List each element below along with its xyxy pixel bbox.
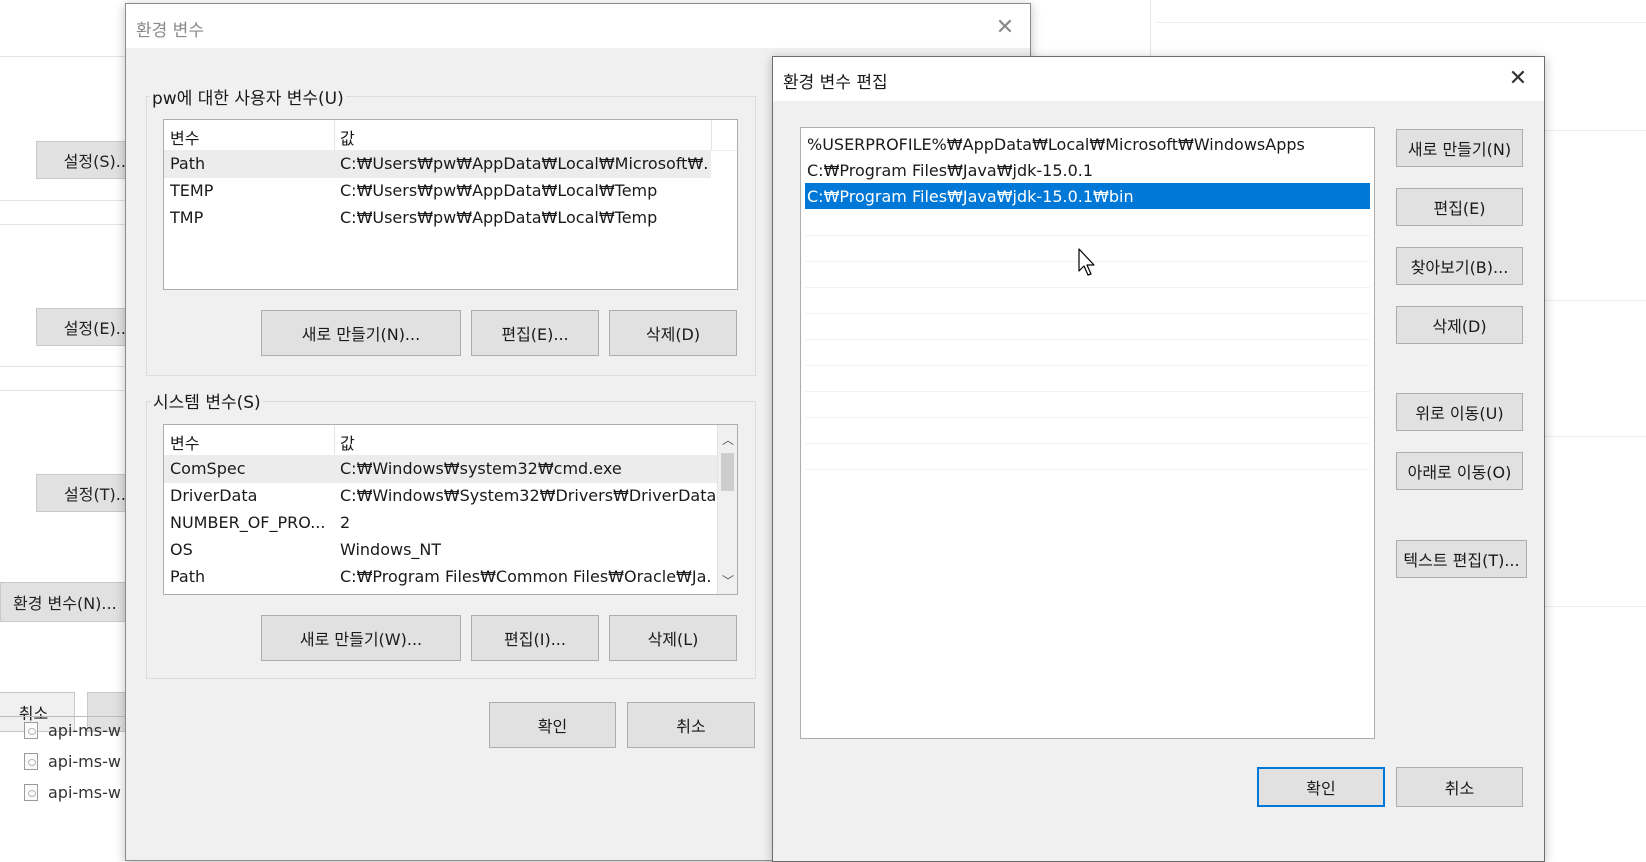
list-item[interactable]: %USERPROFILE%₩AppData₩Local₩Microsoft₩Wi… <box>805 131 1370 157</box>
user-variables-list[interactable]: 변수 값 Path C:₩Users₩pw₩AppData₩Local₩Micr… <box>163 119 738 290</box>
divider <box>0 224 135 225</box>
background-divider <box>1156 22 1646 23</box>
title-bar: 환경 변수 편집 ✕ <box>773 57 1544 101</box>
table-row[interactable]: Path C:₩Program Files₩Common Files₩Oracl… <box>164 564 737 591</box>
edit-environment-variable-dialog: 환경 변수 편집 ✕ %USERPROFILE%₩AppData₩Local₩M… <box>772 56 1545 862</box>
chevron-down-icon[interactable]: ﹀ <box>718 570 737 590</box>
file-name: api-ms-w <box>48 720 121 740</box>
table-row[interactable]: ComSpec C:₩Windows₩system32₩cmd.exe <box>164 456 717 483</box>
column-header-name[interactable]: 변수 <box>170 125 199 149</box>
vertical-scrollbar[interactable]: ︿ ﹀ <box>717 425 737 594</box>
var-value: 2 <box>340 513 351 532</box>
divider <box>0 366 135 367</box>
performance-settings-button[interactable]: 설정(S)... <box>36 141 136 179</box>
close-icon[interactable]: ✕ <box>988 10 1022 44</box>
list-item-selected[interactable]: C:₩Program Files₩Java₩jdk-15.0.1₩bin <box>805 183 1370 209</box>
table-row[interactable]: TEMP C:₩Users₩pw₩AppData₩Local₩Temp <box>164 178 737 205</box>
var-name: Path <box>170 567 206 586</box>
column-header-name[interactable]: 변수 <box>170 430 199 454</box>
system-new-button[interactable]: 새로 만들기(W)... <box>261 615 461 661</box>
chevron-up-icon[interactable]: ︿ <box>718 429 737 449</box>
var-value: C:₩Users₩pw₩AppData₩Local₩Microsoft₩... <box>340 154 708 173</box>
title-bar: 환경 변수 ✕ <box>126 4 1030 48</box>
var-name: OS <box>170 540 193 559</box>
edit-path-button[interactable]: 편집(E) <box>1396 188 1523 226</box>
table-row[interactable]: Path C:₩Users₩pw₩AppData₩Local₩Microsoft… <box>164 151 711 178</box>
user-delete-button[interactable]: 삭제(D) <box>609 310 737 356</box>
column-header-value[interactable]: 값 <box>340 430 355 454</box>
row-guide <box>805 469 1370 470</box>
var-value: C:₩Users₩pw₩AppData₩Local₩Temp <box>340 181 658 200</box>
column-separator[interactable] <box>334 425 335 455</box>
list-item[interactable]: C:₩Program Files₩Java₩jdk-15.0.1 <box>805 157 1370 183</box>
column-separator[interactable] <box>334 120 335 150</box>
mouse-pointer-icon <box>1078 248 1095 276</box>
row-guide <box>805 391 1370 392</box>
scroll-thumb[interactable] <box>721 453 734 491</box>
divider <box>0 390 135 391</box>
column-separator[interactable] <box>711 120 712 150</box>
row-guide <box>805 365 1370 366</box>
var-value: C:₩Users₩pw₩AppData₩Local₩Temp <box>340 208 658 227</box>
var-name: Path <box>170 154 206 173</box>
list-header: 변수 값 <box>164 120 737 151</box>
dll-file-icon <box>24 783 38 801</box>
move-up-button[interactable]: 위로 이동(U) <box>1396 393 1523 431</box>
file-name: api-ms-w <box>48 782 121 802</box>
move-down-button[interactable]: 아래로 이동(O) <box>1396 452 1523 490</box>
system-delete-button[interactable]: 삭제(L) <box>609 615 737 661</box>
ok-button[interactable]: 확인 <box>489 702 616 748</box>
divider <box>0 56 135 57</box>
table-row[interactable]: DriverData C:₩Windows₩System32₩Drivers₩D… <box>164 483 737 510</box>
var-value: Windows_NT <box>340 540 442 559</box>
text-edit-button[interactable]: 텍스트 편집(T)... <box>1396 540 1527 578</box>
system-edit-button[interactable]: 편집(I)... <box>471 615 599 661</box>
row-guide <box>805 417 1370 418</box>
new-path-button[interactable]: 새로 만들기(N) <box>1396 129 1523 167</box>
var-value: C:₩Program Files₩Common Files₩Oracle₩Ja.… <box>340 567 712 586</box>
var-name: TMP <box>170 208 204 227</box>
var-name: TEMP <box>170 181 214 200</box>
path-entries-list[interactable]: %USERPROFILE%₩AppData₩Local₩Microsoft₩Wi… <box>800 127 1375 739</box>
table-row[interactable]: OS Windows_NT <box>164 537 737 564</box>
row-guide <box>805 235 1370 236</box>
dll-file-icon <box>24 721 38 739</box>
environment-variables-button[interactable]: 환경 변수(N)... <box>0 582 135 622</box>
system-variables-label: 시스템 변수(S) <box>151 388 263 413</box>
column-header-value[interactable]: 값 <box>340 125 355 149</box>
file-list-item[interactable]: api-ms-w <box>24 717 121 743</box>
dialog-title: 환경 변수 <box>136 21 204 41</box>
file-list-item[interactable]: api-ms-w <box>24 779 121 805</box>
file-list-item[interactable]: api-ms-w <box>24 748 121 774</box>
cancel-button[interactable]: 취소 <box>627 702 755 748</box>
table-row[interactable]: NUMBER_OF_PRO... 2 <box>164 510 737 537</box>
file-name: api-ms-w <box>48 751 121 771</box>
var-value: C:₩Windows₩System32₩Drivers₩DriverData <box>340 486 717 505</box>
var-value: C:₩Windows₩system32₩cmd.exe <box>340 459 622 478</box>
var-name: NUMBER_OF_PRO... <box>170 513 326 532</box>
delete-path-button[interactable]: 삭제(D) <box>1396 306 1523 344</box>
user-edit-button[interactable]: 편집(E)... <box>471 310 599 356</box>
row-guide <box>805 287 1370 288</box>
user-new-button[interactable]: 새로 만들기(N)... <box>261 310 461 356</box>
profile-settings-button[interactable]: 설정(E)... <box>36 308 136 346</box>
cancel-button[interactable]: 취소 <box>1396 767 1523 807</box>
close-icon[interactable]: ✕ <box>1501 61 1535 95</box>
row-guide <box>805 339 1370 340</box>
var-name: DriverData <box>170 486 258 505</box>
system-variables-list[interactable]: 변수 값 ComSpec C:₩Windows₩system32₩cmd.exe… <box>163 424 738 595</box>
var-name: ComSpec <box>170 459 246 478</box>
dialog-title: 환경 변수 편집 <box>783 73 888 93</box>
dll-file-icon <box>24 752 38 770</box>
row-guide <box>805 443 1370 444</box>
list-header: 변수 값 <box>164 425 737 456</box>
divider <box>0 200 135 201</box>
ok-button[interactable]: 확인 <box>1257 767 1385 807</box>
table-row[interactable]: TMP C:₩Users₩pw₩AppData₩Local₩Temp <box>164 205 737 232</box>
startup-settings-button[interactable]: 설정(T)... <box>36 474 136 512</box>
browse-button[interactable]: 찾아보기(B)... <box>1396 247 1523 285</box>
user-variables-label: pw에 대한 사용자 변수(U) <box>150 84 346 109</box>
row-guide <box>805 313 1370 314</box>
